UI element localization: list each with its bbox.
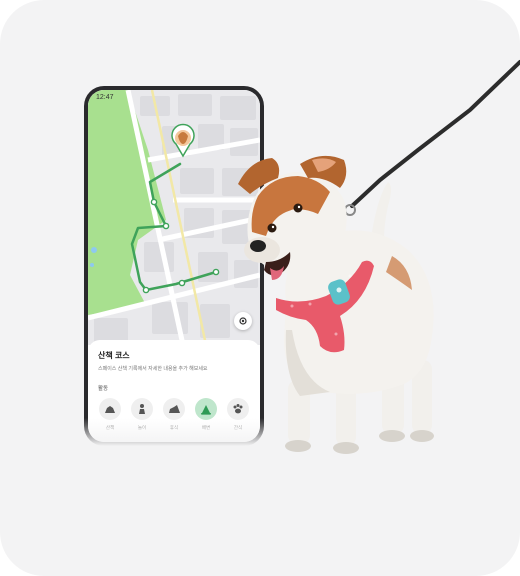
dog-illustration (238, 60, 520, 454)
leash (350, 60, 520, 208)
promo-card: 12:47 산책 코스 스페이스 산책 기록에서 자세한 내용을 추가 해보세요… (0, 0, 520, 576)
